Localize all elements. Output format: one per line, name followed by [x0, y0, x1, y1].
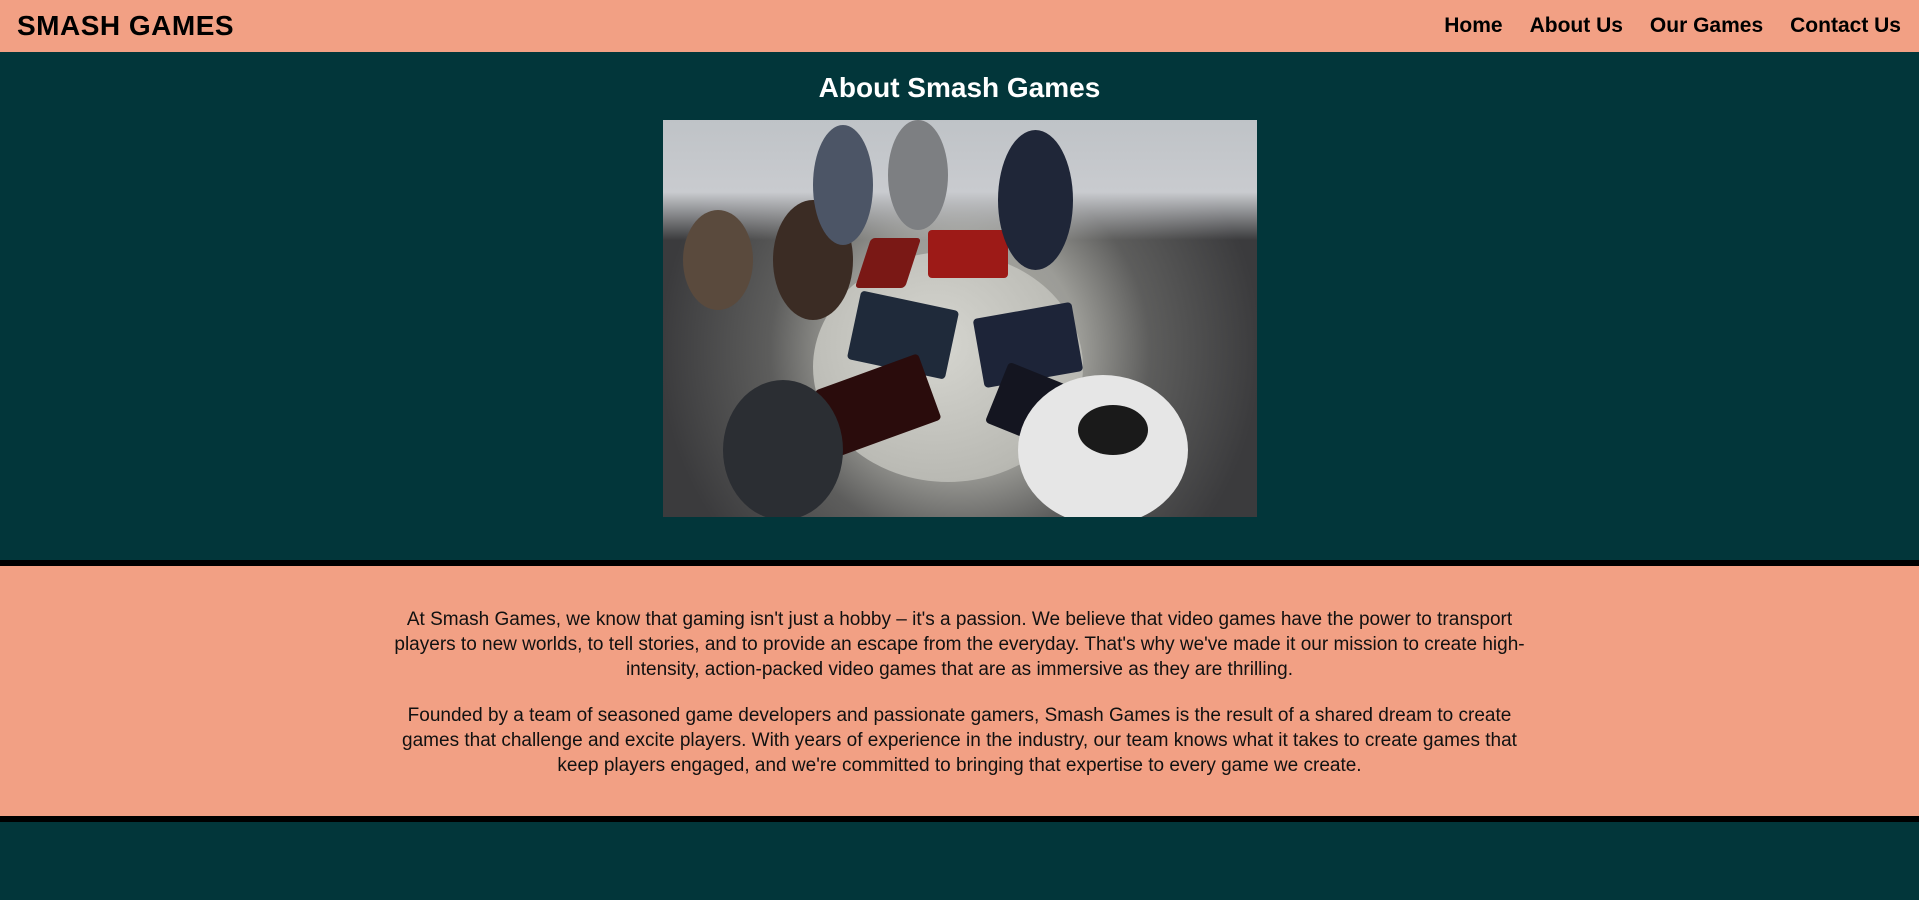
- photo-wall: [662, 119, 1257, 240]
- photo-person: [722, 379, 843, 517]
- nav-links: Home About Us Our Games Contact Us: [1444, 14, 1901, 38]
- photo-person: [997, 129, 1073, 270]
- nav-home-link[interactable]: Home: [1444, 14, 1502, 38]
- footer-area: [0, 822, 1919, 900]
- photo-person: [682, 209, 753, 310]
- page-title: About Smash Games: [818, 72, 1101, 103]
- photo-person: [887, 119, 948, 230]
- about-paragraph: Founded by a team of seasoned game devel…: [402, 705, 1517, 776]
- team-photo: [662, 119, 1257, 517]
- nav-games-link[interactable]: Our Games: [1650, 14, 1763, 38]
- nav-contact-link[interactable]: Contact Us: [1790, 14, 1901, 38]
- nav-about-link[interactable]: About Us: [1530, 14, 1623, 38]
- photo-person: [1077, 404, 1148, 455]
- brand-logo[interactable]: SMASH GAMES: [17, 10, 234, 42]
- about-paragraph: At Smash Games, we know that gaming isn'…: [394, 609, 1525, 680]
- about-text-section: At Smash Games, we know that gaming isn'…: [0, 566, 1919, 816]
- navbar: SMASH GAMES Home About Us Our Games Cont…: [0, 0, 1919, 52]
- photo-laptop: [927, 229, 1008, 278]
- hero-section: About Smash Games: [0, 52, 1919, 560]
- photo-person: [812, 124, 873, 245]
